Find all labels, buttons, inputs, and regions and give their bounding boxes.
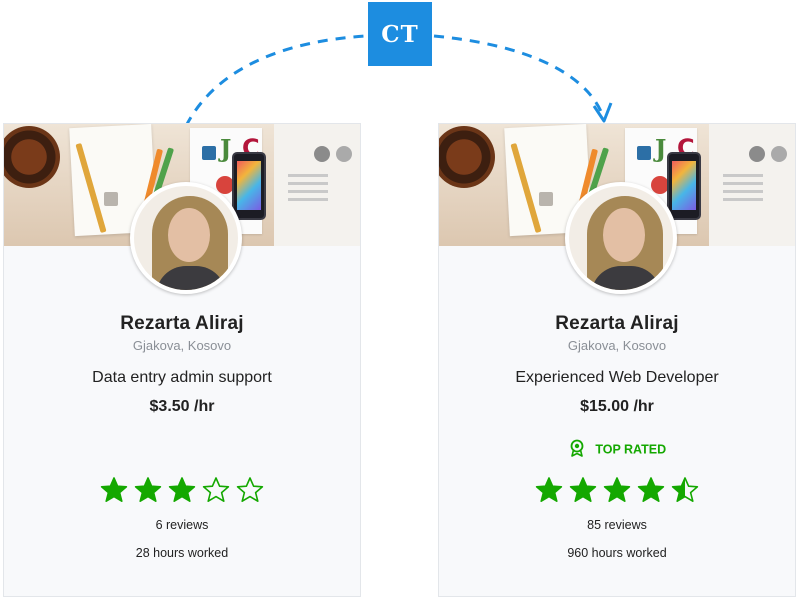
- avatar[interactable]: [130, 182, 242, 294]
- freelancer-title: Data entry admin support: [92, 369, 272, 386]
- freelancer-location: Gjakova, Kosovo: [567, 338, 667, 353]
- star-rating: [439, 476, 795, 504]
- star-half-icon: [671, 477, 699, 503]
- hours-worked: 28 hours worked: [135, 546, 229, 560]
- freelancer-location: Gjakova, Kosovo: [132, 338, 232, 353]
- star-filled-icon: [535, 477, 563, 503]
- star-filled-icon: [134, 477, 162, 503]
- avatar[interactable]: [565, 182, 677, 294]
- star-filled-icon: [100, 477, 128, 503]
- top-rated-label: TOP RATED: [595, 442, 667, 457]
- top-rated-badge: TOP RATED: [439, 439, 795, 460]
- star-filled-icon: [168, 477, 196, 503]
- hours-worked: 960 hours worked: [567, 546, 667, 560]
- star-filled-icon: [569, 477, 597, 503]
- star-empty-icon: [236, 477, 264, 503]
- star-rating: [4, 476, 360, 504]
- hourly-rate: $3.50 /hr: [149, 398, 215, 415]
- star-filled-icon: [603, 477, 631, 503]
- hourly-rate: $15.00 /hr: [580, 398, 654, 415]
- freelancer-title: Experienced Web Developer: [515, 369, 719, 386]
- star-empty-icon: [202, 477, 230, 503]
- freelancer-card-after[interactable]: JC Rezarta Aliraj Gjakova, Kosovo Experi…: [438, 123, 796, 597]
- freelancer-card-before[interactable]: JC Rezarta Aliraj Gjakova, Kosovo Data e…: [3, 123, 361, 597]
- star-filled-icon: [637, 477, 665, 503]
- review-count: 85 reviews: [587, 518, 647, 532]
- freelancer-name[interactable]: Rezarta Aliraj: [439, 313, 795, 335]
- freelancer-name[interactable]: Rezarta Aliraj: [4, 313, 360, 335]
- top-rated-badge-icon: [568, 439, 586, 460]
- ct-badge: CT: [368, 2, 432, 66]
- review-count: 6 reviews: [155, 518, 209, 532]
